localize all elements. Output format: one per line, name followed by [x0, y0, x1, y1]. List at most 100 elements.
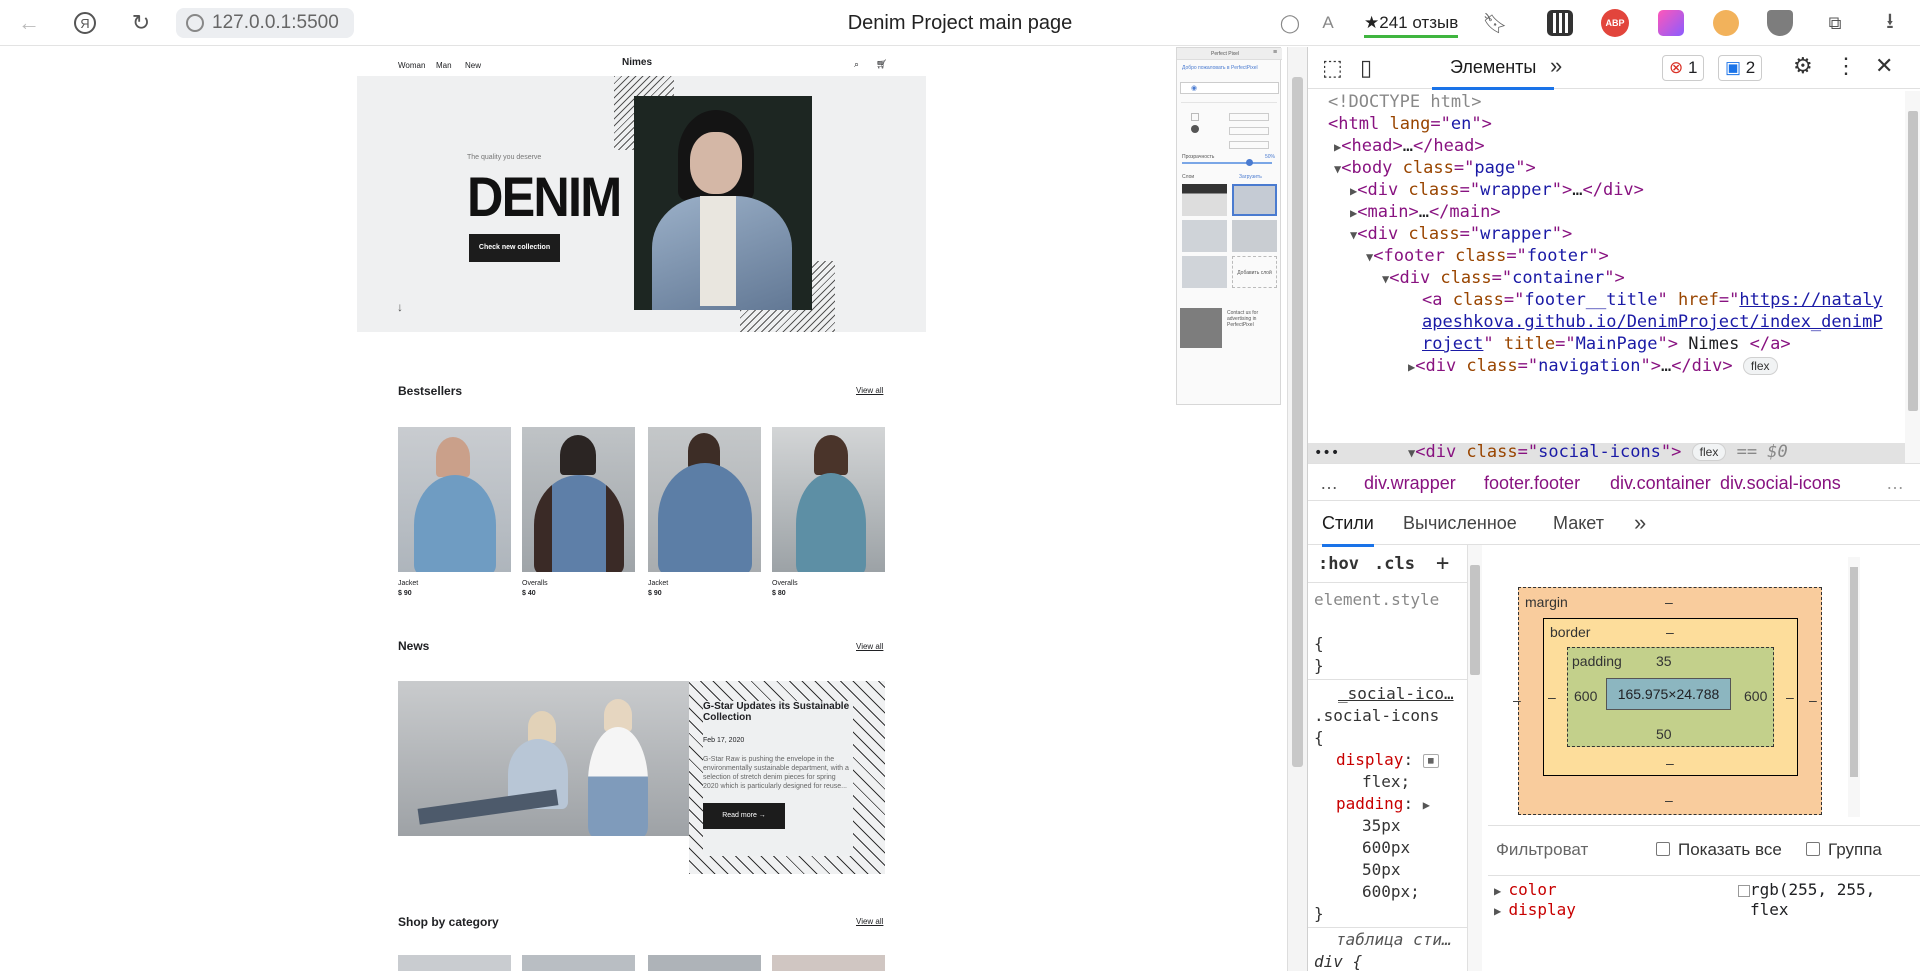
reviews-badge[interactable]: ★241 отзыв — [1364, 8, 1459, 38]
dom-footer[interactable]: ▼<footer class="footer"> — [1366, 245, 1609, 268]
error-badge[interactable]: ⊗ 1 — [1662, 55, 1705, 81]
rule-source-link[interactable]: _social-ico… — [1338, 683, 1454, 705]
product-card[interactable]: Jacket $ 90 — [398, 427, 511, 597]
pp-layer-thumb-active[interactable] — [1232, 184, 1277, 216]
pp-mode-tabs[interactable]: ◉ — [1180, 82, 1279, 94]
pp-add-layer[interactable]: Добавить слой — [1232, 256, 1277, 288]
device-toggle-icon[interactable]: ▯ — [1360, 55, 1372, 81]
search-icon[interactable]: ⌕ — [854, 59, 859, 70]
back-icon[interactable]: ← — [14, 8, 44, 38]
site-logo[interactable]: Nimes — [622, 57, 652, 68]
padding-value[interactable]: 35px — [1362, 815, 1401, 837]
tab-computed[interactable]: Вычисленное — [1403, 513, 1517, 534]
product-image[interactable] — [522, 427, 635, 572]
dom-tree[interactable]: <!DOCTYPE html> <html lang="en"> ▶<head>… — [1308, 91, 1905, 463]
dom-html[interactable]: <html lang="en"> — [1328, 113, 1492, 135]
arrow-up-icon[interactable] — [1191, 113, 1199, 121]
row-menu-icon[interactable]: ••• — [1314, 443, 1339, 463]
content-box[interactable]: 165.975×24.788 — [1606, 678, 1731, 710]
category-image[interactable] — [772, 955, 885, 971]
tab-layout[interactable]: Макет — [1553, 513, 1604, 534]
dom-body[interactable]: ▼<body class="page"> — [1334, 157, 1536, 180]
nav-man[interactable]: Man — [436, 61, 452, 70]
x-input[interactable] — [1229, 113, 1269, 121]
breadcrumb-item[interactable]: footer.footer — [1484, 473, 1580, 494]
breadcrumb-item[interactable]: div.container — [1610, 473, 1711, 494]
dom-div-wrapper-open[interactable]: ▼<div class="wrapper"> — [1350, 223, 1572, 246]
dom-container[interactable]: ▼<div class="container"> — [1382, 267, 1625, 290]
margin-right-value[interactable]: – — [1809, 692, 1817, 708]
message-badge[interactable]: ▣ 2 — [1718, 55, 1763, 81]
group-checkbox[interactable] — [1806, 842, 1820, 856]
yandex-icon[interactable]: Я — [70, 8, 100, 38]
inspect-icon[interactable]: ⬚ — [1322, 55, 1343, 81]
read-more-button[interactable]: Read more → — [703, 803, 785, 829]
more-style-tabs-icon[interactable]: » — [1634, 510, 1646, 536]
product-card[interactable]: Overalls $ 40 — [522, 427, 635, 597]
border-box[interactable]: border – – – – padding 35 50 600 600 165… — [1543, 618, 1798, 776]
page-scrollbar[interactable] — [1287, 47, 1307, 971]
selected-dom-row[interactable]: ••• ▼<div class="social-icons"> flex == … — [1308, 442, 1905, 463]
breadcrumb-overflow-icon[interactable]: … — [1886, 473, 1904, 494]
product-card[interactable]: Overalls $ 80 — [772, 427, 885, 597]
rule-selector[interactable]: .social-icons — [1314, 705, 1439, 727]
category-image[interactable] — [648, 955, 761, 971]
color-swatch[interactable] — [1738, 884, 1750, 897]
flex-badge[interactable]: flex — [1742, 357, 1778, 375]
settings-icon[interactable]: ⚙ — [1793, 53, 1813, 79]
page-scrollbar-thumb[interactable] — [1292, 77, 1303, 767]
category-image[interactable] — [522, 955, 635, 971]
margin-top-value[interactable]: – — [1665, 594, 1673, 610]
breadcrumb-more-icon[interactable]: … — [1320, 473, 1338, 494]
scale-input[interactable] — [1229, 141, 1269, 149]
check-collection-button[interactable]: Check new collection — [469, 234, 560, 262]
computed-value[interactable]: rgb(255, 255, — [1738, 880, 1875, 899]
product-image[interactable] — [772, 427, 885, 572]
pp-layer-thumb[interactable] — [1182, 220, 1227, 252]
dom-scrollbar-thumb[interactable] — [1908, 111, 1918, 411]
news-view-all-link[interactable]: View all — [856, 642, 883, 651]
avatar-extension-icon[interactable] — [1713, 10, 1739, 36]
computed-value[interactable]: flex — [1750, 900, 1789, 919]
margin-box[interactable]: margin – – – – border – – – – padding 35… — [1513, 587, 1822, 815]
padding-bottom-value[interactable]: 50 — [1656, 726, 1672, 742]
qr-code-icon[interactable] — [1547, 10, 1573, 36]
reload-icon[interactable]: ↻ — [126, 8, 156, 38]
breadcrumb-item-active[interactable]: div.social-icons — [1720, 473, 1841, 494]
nav-woman[interactable]: Woman — [398, 61, 425, 70]
pp-layer-thumb[interactable] — [1232, 220, 1277, 252]
padding-value[interactable]: 600px — [1362, 837, 1410, 859]
y-input[interactable] — [1229, 127, 1269, 135]
close-devtools-icon[interactable]: ✕ — [1875, 53, 1893, 79]
box-scrollbar-thumb[interactable] — [1850, 567, 1858, 777]
styles-scrollbar[interactable] — [1468, 545, 1482, 971]
product-image[interactable] — [648, 427, 761, 572]
add-rule-icon[interactable]: + — [1436, 545, 1449, 583]
dom-scrollbar[interactable] — [1905, 91, 1920, 463]
padding-right-value[interactable]: 600 — [1744, 688, 1767, 704]
more-tabs-icon[interactable]: » — [1550, 53, 1562, 79]
border-top-value[interactable]: – — [1666, 624, 1674, 640]
padding-declaration[interactable]: padding: ▶ — [1336, 793, 1430, 816]
shop-view-all-link[interactable]: View all — [856, 917, 883, 926]
download-icon[interactable]: ⭳ — [1875, 8, 1905, 38]
dom-doctype[interactable]: <!DOCTYPE html> — [1328, 91, 1482, 113]
category-image[interactable] — [398, 955, 511, 971]
dom-anchor[interactable]: <a class="footer__title" href="https://n… — [1422, 289, 1887, 355]
translate-icon[interactable]: A — [1313, 8, 1343, 38]
cls-toggle[interactable]: .cls — [1374, 545, 1415, 583]
pp-opacity-slider[interactable] — [1182, 159, 1272, 166]
address-bar[interactable]: 127.0.0.1:5500 — [176, 8, 354, 38]
border-left-value[interactable]: – — [1548, 689, 1556, 705]
nav-new[interactable]: New — [465, 61, 481, 70]
adblock-icon[interactable]: ABP — [1601, 9, 1629, 37]
scroll-down-icon[interactable]: ↓ — [397, 300, 403, 314]
pp-opacity-handle[interactable] — [1246, 159, 1253, 166]
eye-icon[interactable]: ◉ — [1191, 84, 1197, 92]
dom-head[interactable]: ▶<head>…</head> — [1334, 135, 1485, 158]
chat-icon[interactable]: ◯ — [1275, 8, 1305, 38]
margin-bottom-value[interactable]: – — [1665, 792, 1673, 808]
bookmark-icon[interactable]: 🔖︎ — [1480, 8, 1510, 38]
center-icon[interactable] — [1191, 125, 1199, 133]
news-headline[interactable]: G-Star Updates its Sustainable Collectio… — [703, 701, 853, 723]
